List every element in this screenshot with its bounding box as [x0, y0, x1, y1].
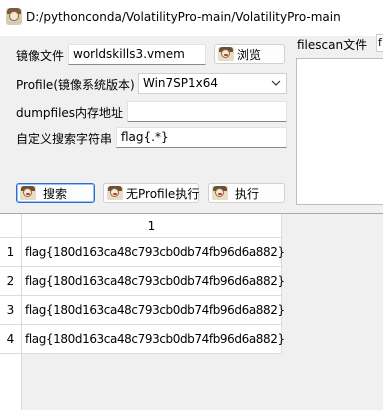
- no-profile-run-label: 无Profile执行: [126, 186, 200, 201]
- run-button[interactable]: 执行: [208, 183, 285, 203]
- filescan-label: filescan文件: [297, 38, 368, 52]
- row-header[interactable]: 3: [0, 296, 22, 325]
- app-avatar-icon: [6, 8, 22, 25]
- table-corner[interactable]: [0, 214, 22, 238]
- filescan-input[interactable]: f: [376, 34, 383, 52]
- run-button-label: 执行: [235, 186, 260, 201]
- window-title: D:/pythonconda/VolatilityPro-main/Volati…: [26, 10, 341, 24]
- avatar-icon: [212, 186, 228, 200]
- profile-select[interactable]: Win7SP1x64: [138, 73, 287, 94]
- table-cell[interactable]: flag{180d163ca48c793cb0db74fb96d6a882}: [22, 238, 285, 267]
- table-cell[interactable]: flag{180d163ca48c793cb0db74fb96d6a882}: [22, 296, 285, 325]
- image-file-input[interactable]: worldskills3.vmem: [68, 44, 206, 65]
- image-file-label: 镜像文件: [16, 49, 65, 63]
- search-string-label: 自定义搜索字符串: [16, 132, 113, 146]
- row-header[interactable]: 2: [0, 267, 22, 296]
- row-header-empty: [0, 354, 22, 410]
- results-table[interactable]: 1 1 flag{180d163ca48c793cb0db74fb96d6a88…: [0, 213, 383, 410]
- row-header[interactable]: 1: [0, 238, 22, 267]
- chevron-down-icon: [271, 80, 281, 86]
- row-header[interactable]: 4: [0, 325, 22, 354]
- avatar-icon: [218, 47, 234, 61]
- search-string-input[interactable]: flag{.*}: [116, 127, 287, 148]
- profile-label: Profile(镜像系统版本): [16, 78, 135, 92]
- dumpfiles-input[interactable]: [127, 101, 287, 122]
- search-button[interactable]: 搜索: [16, 183, 95, 203]
- dumpfiles-label: dumpfiles内存地址: [16, 106, 124, 120]
- search-button-label: 搜索: [43, 186, 68, 201]
- avatar-icon: [20, 186, 36, 200]
- filescan-list[interactable]: [296, 58, 383, 205]
- filescan-input-value: f: [378, 36, 382, 49]
- avatar-icon: [107, 186, 123, 200]
- table-cell[interactable]: flag{180d163ca48c793cb0db74fb96d6a882}: [22, 267, 285, 296]
- title-bar: D:/pythonconda/VolatilityPro-main/Volati…: [0, 0, 383, 36]
- browse-button[interactable]: 浏览: [214, 44, 285, 64]
- browse-button-label: 浏览: [237, 47, 262, 62]
- profile-selected-value: Win7SP1x64: [143, 76, 219, 90]
- column-header[interactable]: 1: [22, 214, 282, 238]
- no-profile-run-button[interactable]: 无Profile执行: [103, 183, 199, 203]
- table-cell[interactable]: flag{180d163ca48c793cb0db74fb96d6a882}: [22, 325, 285, 354]
